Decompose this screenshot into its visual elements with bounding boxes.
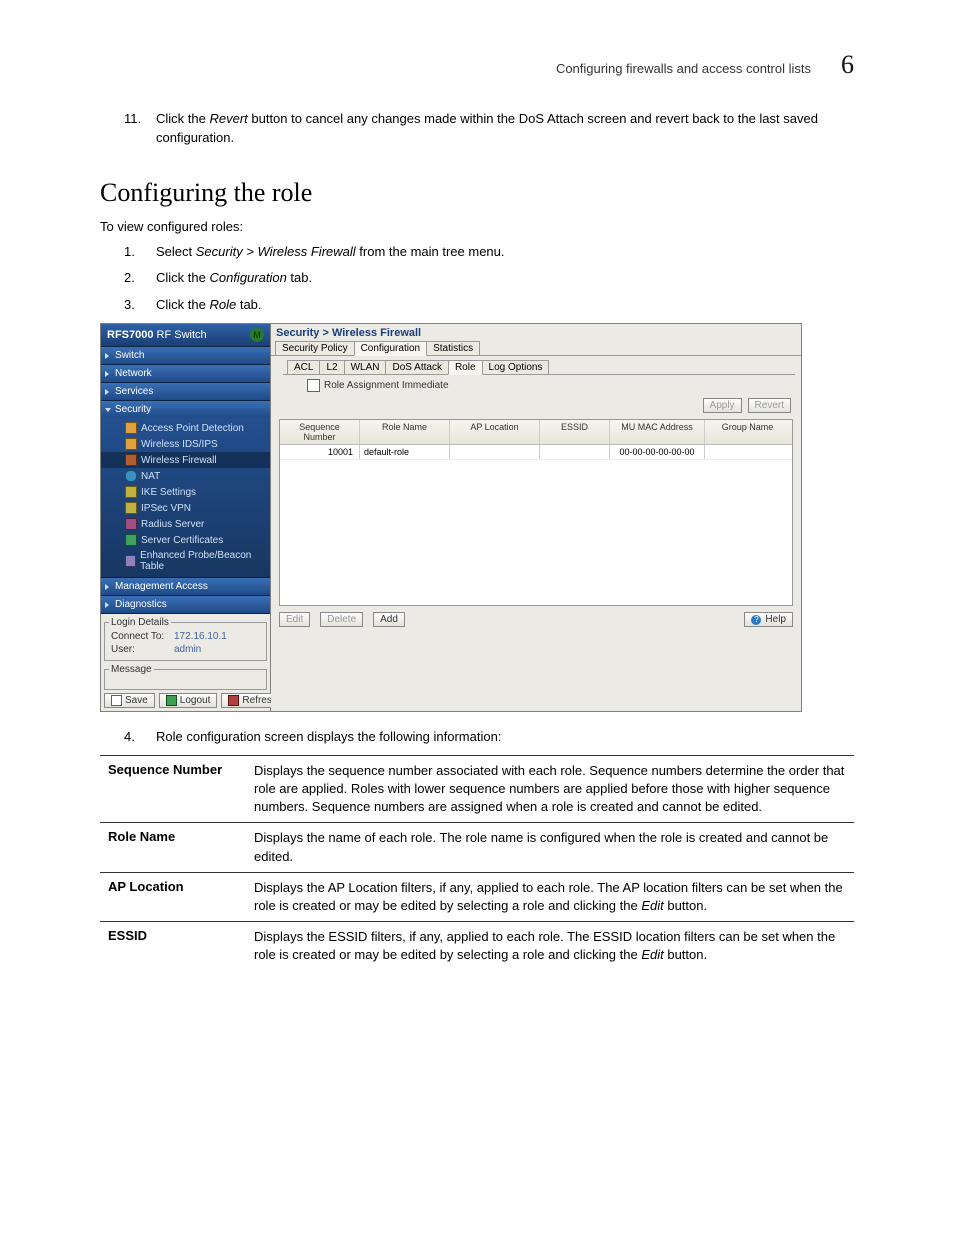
nav-leaf-wireless-ids[interactable]: Wireless IDS/IPS	[101, 436, 270, 452]
col-mu-mac[interactable]: MU MAC Address	[610, 420, 705, 444]
subtab-l2[interactable]: L2	[319, 360, 344, 374]
tab-statistics[interactable]: Statistics	[426, 341, 480, 355]
help-button[interactable]: ? Help	[744, 612, 793, 627]
firewall-icon	[125, 454, 137, 466]
step-number: 11.	[124, 110, 146, 148]
key-icon	[125, 486, 137, 498]
nav-leaf-access-point-detection[interactable]: Access Point Detection	[101, 420, 270, 436]
info-table: Sequence Number Displays the sequence nu…	[100, 755, 854, 971]
nav-item-security[interactable]: Security	[101, 401, 270, 418]
info-key: Sequence Number	[100, 755, 246, 823]
help-icon: ?	[751, 615, 761, 625]
col-sequence[interactable]: Sequence Number	[280, 420, 360, 444]
intro-text: To view configured roles:	[100, 218, 854, 237]
nav-leaf-ipsec[interactable]: IPSec VPN	[101, 500, 270, 516]
col-ap-location[interactable]: AP Location	[450, 420, 540, 444]
nav-leaf-nat[interactable]: NAT	[101, 468, 270, 484]
nav-leaf-ike[interactable]: IKE Settings	[101, 484, 270, 500]
revert-button[interactable]: Revert	[748, 398, 791, 413]
checkbox-label: Role Assignment Immediate	[324, 380, 449, 391]
step-text: Click the Configuration tab.	[156, 269, 854, 288]
running-header-text: Configuring firewalls and access control…	[556, 61, 811, 76]
brand-logo-icon: M	[250, 328, 264, 342]
tab-configuration[interactable]: Configuration	[354, 341, 427, 356]
nav-item-network[interactable]: Network	[101, 365, 270, 382]
lock-icon	[125, 502, 137, 514]
subtab-log[interactable]: Log Options	[482, 360, 550, 374]
nav-item-management[interactable]: Management Access	[101, 578, 270, 595]
subtab-wlan[interactable]: WLAN	[344, 360, 387, 374]
info-value: Displays the sequence number associated …	[246, 755, 854, 823]
col-group[interactable]: Group Name	[705, 420, 790, 444]
nav-item-services[interactable]: Services	[101, 383, 270, 400]
detection-icon	[125, 422, 137, 434]
info-key: ESSID	[100, 922, 246, 971]
step-text: Click the Role tab.	[156, 296, 854, 315]
chapter-number: 6	[841, 50, 854, 80]
save-icon	[111, 695, 122, 706]
message-legend: Message	[109, 664, 154, 675]
login-legend: Login Details	[109, 617, 171, 628]
info-value: Displays the AP Location filters, if any…	[246, 872, 854, 921]
top-tabrow: Security Policy Configuration Statistics	[271, 341, 801, 356]
nav-leaf-certificates[interactable]: Server Certificates	[101, 532, 270, 548]
add-button[interactable]: Add	[373, 612, 405, 627]
nav-leaf-radius[interactable]: Radius Server	[101, 516, 270, 532]
col-role-name[interactable]: Role Name	[360, 420, 450, 444]
tab-security-policy[interactable]: Security Policy	[275, 341, 355, 355]
device-title: RFS7000 RF Switch	[107, 329, 207, 341]
step-number: 4.	[124, 728, 146, 747]
edit-button[interactable]: Edit	[279, 612, 310, 627]
table-row[interactable]: 10001 default-role 00-00-00-00-00-00	[280, 445, 792, 460]
subtab-dos[interactable]: DoS Attack	[385, 360, 448, 374]
role-table: Sequence Number Role Name AP Location ES…	[279, 419, 793, 606]
server-icon	[125, 518, 137, 530]
info-value: Displays the ESSID filters, if any, appl…	[246, 922, 854, 971]
login-details-panel: Login Details Connect To:172.16.10.1 Use…	[104, 617, 267, 661]
info-value: Displays the name of each role. The role…	[246, 823, 854, 872]
step-number: 2.	[124, 269, 146, 288]
info-key: Role Name	[100, 823, 246, 872]
subtab-role[interactable]: Role	[448, 360, 483, 375]
message-panel: Message	[104, 664, 267, 690]
app-screenshot: RFS7000 RF Switch M Switch Network Servi…	[100, 323, 802, 712]
role-assignment-checkbox[interactable]	[307, 379, 320, 392]
apply-button[interactable]: Apply	[703, 398, 742, 413]
info-key: AP Location	[100, 872, 246, 921]
nav-leaf-wireless-firewall[interactable]: Wireless Firewall	[101, 452, 270, 468]
logout-icon	[166, 695, 177, 706]
section-heading: Configuring the role	[100, 178, 854, 208]
breadcrumb: Security > Wireless Firewall	[271, 324, 801, 341]
subtab-acl[interactable]: ACL	[287, 360, 320, 374]
step-number: 1.	[124, 243, 146, 262]
save-button[interactable]: Save	[104, 693, 155, 708]
delete-button[interactable]: Delete	[320, 612, 363, 627]
table-header: Sequence Number Role Name AP Location ES…	[280, 420, 792, 445]
nav-item-diagnostics[interactable]: Diagnostics	[101, 596, 270, 613]
sub-tabrow: ACL L2 WLAN DoS Attack Role Log Options	[283, 360, 795, 375]
step-text: Click the Revert button to cancel any ch…	[156, 110, 854, 148]
nat-icon	[125, 470, 137, 482]
step-text: Role configuration screen displays the f…	[156, 728, 854, 747]
certificate-icon	[125, 534, 137, 546]
step-number: 3.	[124, 296, 146, 315]
col-essid[interactable]: ESSID	[540, 420, 610, 444]
ids-icon	[125, 438, 137, 450]
nav-item-switch[interactable]: Switch	[101, 347, 270, 364]
logout-button[interactable]: Logout	[159, 693, 218, 708]
table-icon	[125, 555, 136, 567]
refresh-icon	[228, 695, 239, 706]
nav-leaf-probe-table[interactable]: Enhanced Probe/Beacon Table	[101, 548, 270, 574]
step-text: Select Security > Wireless Firewall from…	[156, 243, 854, 262]
